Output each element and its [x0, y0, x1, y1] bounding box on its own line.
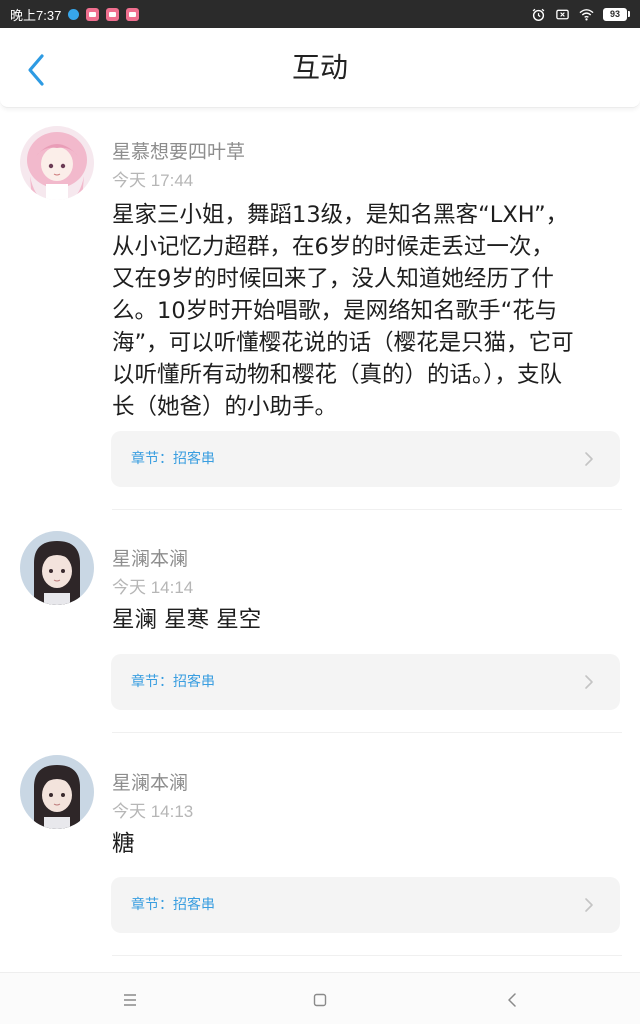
home-button[interactable]: [307, 987, 333, 1013]
notification-app-icon: [68, 8, 80, 20]
chapter-label: 章节：招客串: [131, 451, 215, 467]
battery-level: 93: [603, 7, 627, 21]
notification-app-icon: [86, 7, 100, 21]
page-title: 互动: [291, 51, 348, 84]
comment-time: 今天 14:13: [112, 802, 194, 821]
comment-text: 星澜 星寒 星空: [112, 607, 262, 633]
alarm-icon: [532, 8, 545, 21]
comment-username: 星慕想要四叶草: [112, 141, 246, 163]
chapter-link-card[interactable]: 章节：招客串: [111, 877, 620, 933]
notification-app-icon: [126, 7, 140, 21]
avatar-dark-hair-image: [20, 755, 94, 829]
system-nav-bar: [0, 972, 640, 1024]
menu-icon: [124, 994, 136, 1006]
divider: [112, 955, 622, 956]
battery-indicator: 93: [603, 7, 630, 21]
avatar[interactable]: [20, 755, 94, 829]
chapter-link-card[interactable]: 章节：招客串: [111, 654, 620, 710]
chapter-link-card[interactable]: 章节：招客串: [111, 431, 620, 487]
comment-username: 星澜本澜: [112, 548, 189, 570]
menu-button[interactable]: [117, 987, 143, 1013]
comment-time: 今天 17:44: [112, 171, 194, 190]
comment-username: 星澜本澜: [112, 772, 189, 794]
chapter-label: 章节：招客串: [131, 674, 215, 690]
no-sim-icon: [556, 9, 569, 19]
chevron-right-icon: [585, 452, 593, 466]
status-bar: 晚上7:37 93: [0, 0, 640, 28]
comment-text: 星家三小姐，舞蹈13级，是知名黑客“LXH”， 从小记忆力超群，在6岁的时候走丢…: [112, 202, 574, 420]
chapter-label: 章节：招客串: [131, 897, 215, 913]
status-time: 晚上7:37: [10, 7, 62, 23]
divider: [112, 732, 622, 733]
status-left: 晚上7:37: [10, 5, 140, 24]
status-right: 93: [531, 7, 630, 22]
battery-tip: [628, 11, 630, 17]
comment-time: 今天 14:14: [112, 578, 194, 597]
wifi-icon: [579, 8, 594, 20]
divider: [112, 509, 622, 510]
triangle-back-icon: [508, 993, 516, 1007]
avatar[interactable]: [20, 531, 94, 605]
header: 互动: [0, 28, 640, 108]
chevron-right-icon: [585, 898, 593, 912]
avatar-pink-hair-image: [20, 126, 94, 200]
comment-text: 糖: [112, 831, 135, 857]
avatar-dark-hair-image: [20, 531, 94, 605]
system-back-button[interactable]: [499, 987, 525, 1013]
square-home-icon: [313, 993, 327, 1007]
chevron-right-icon: [585, 675, 593, 689]
avatar[interactable]: [20, 126, 94, 200]
notification-app-icon: [106, 7, 120, 21]
